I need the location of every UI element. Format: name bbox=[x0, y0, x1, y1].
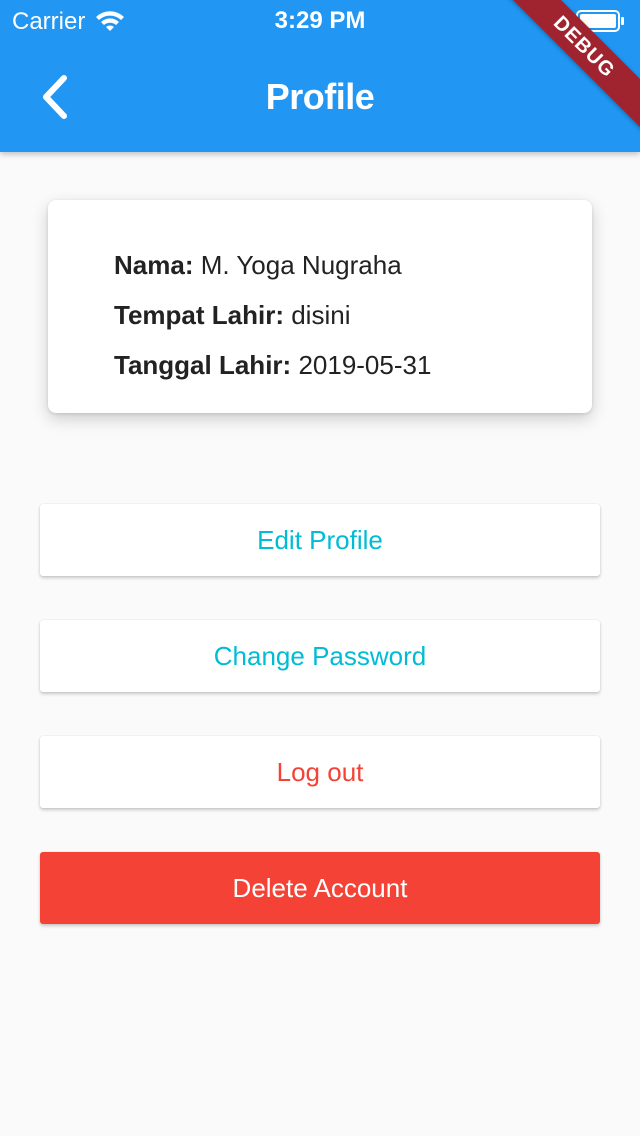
app-bar: Carrier 3:29 PM Profile DEBUG bbox=[0, 0, 640, 152]
edit-profile-button[interactable]: Edit Profile bbox=[40, 504, 600, 576]
tempat-lahir-label: Tempat Lahir: bbox=[114, 300, 284, 330]
page-title: Profile bbox=[265, 76, 375, 117]
tempat-lahir-row: Tempat Lahir: disini bbox=[114, 300, 350, 331]
log-out-label: Log out bbox=[276, 756, 364, 787]
change-password-label: Change Password bbox=[213, 640, 427, 671]
delete-account-label: Delete Account bbox=[232, 872, 408, 903]
delete-account-button[interactable]: Delete Account bbox=[40, 852, 600, 924]
tempat-lahir-value: disini bbox=[291, 300, 351, 330]
tanggal-lahir-label: Tanggal Lahir: bbox=[114, 350, 292, 380]
change-password-button[interactable]: Change Password bbox=[40, 620, 600, 692]
nama-label: Nama: bbox=[114, 250, 194, 280]
log-out-button[interactable]: Log out bbox=[40, 736, 600, 808]
tanggal-lahir-row: Tanggal Lahir: 2019-05-31 bbox=[114, 350, 431, 381]
profile-card: Nama: M. Yoga Nugraha Tempat Lahir: disi… bbox=[48, 200, 592, 413]
nama-row: Nama: M. Yoga Nugraha bbox=[114, 250, 402, 281]
nama-value: M. Yoga Nugraha bbox=[200, 250, 402, 280]
tanggal-lahir-value: 2019-05-31 bbox=[298, 350, 432, 380]
edit-profile-label: Edit Profile bbox=[257, 524, 383, 555]
